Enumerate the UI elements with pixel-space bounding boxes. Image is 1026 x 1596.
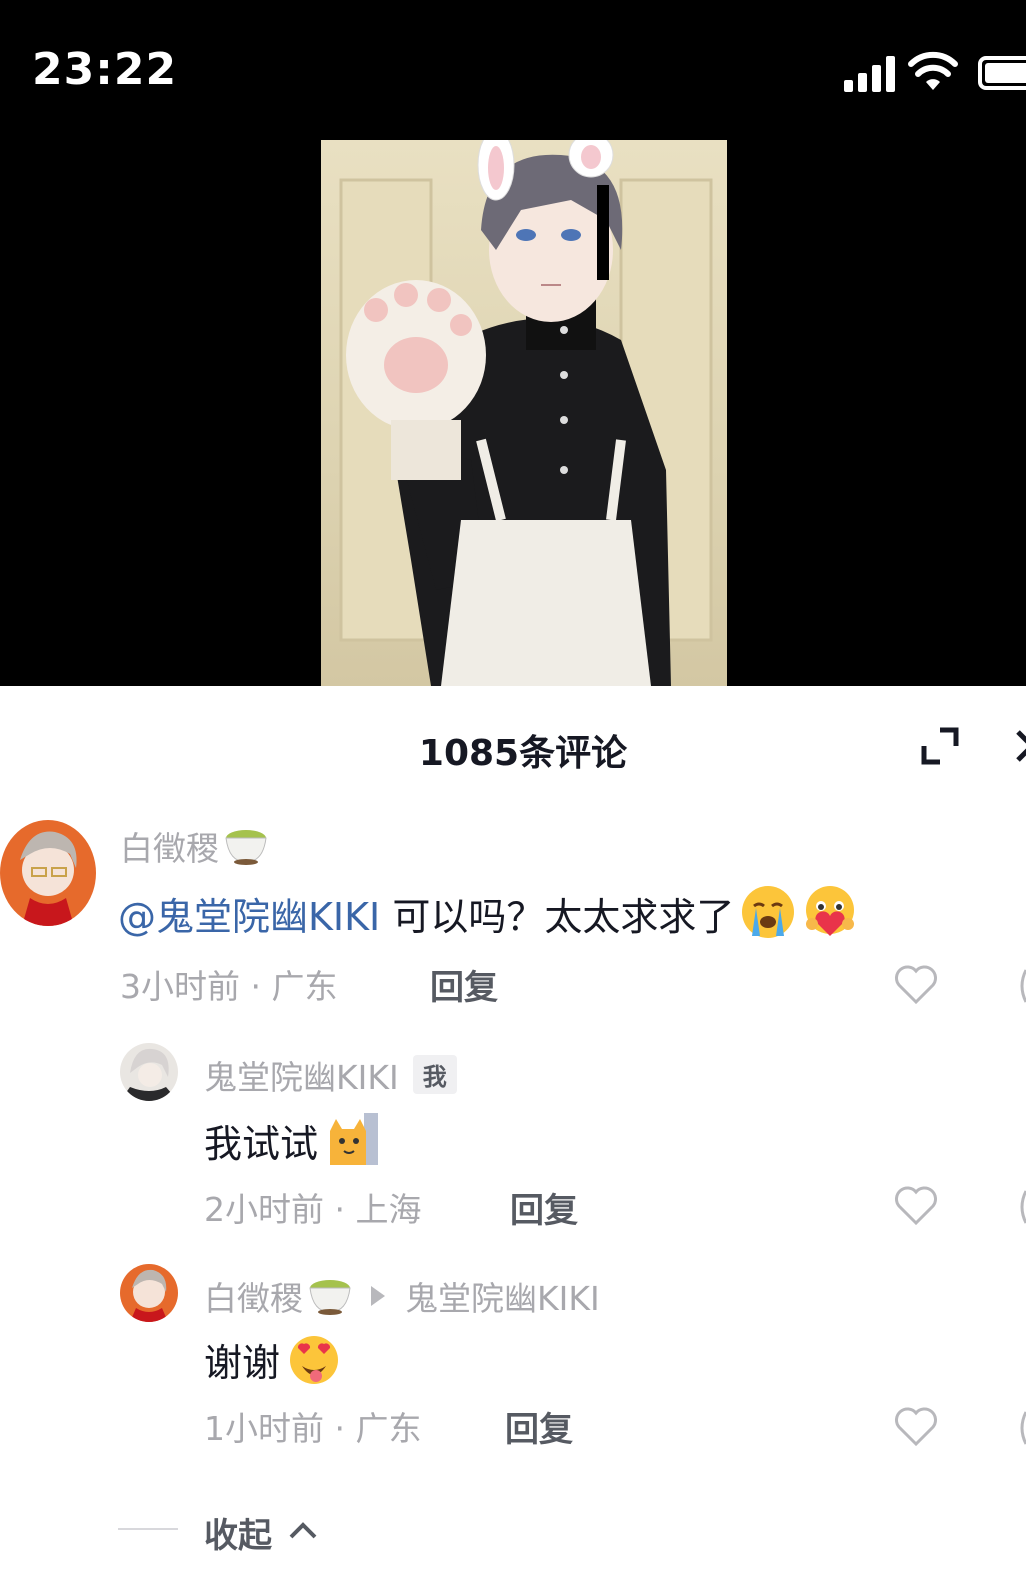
comment-username[interactable]: 白徵稷 鬼堂院幽KIKI [204,1272,600,1320]
comment-meta: 1小时前 · 广东 [204,1402,421,1450]
avatar[interactable] [120,1043,178,1101]
comment-time: 1小时前 [204,1409,324,1448]
tea-icon [223,824,269,866]
comment-text: 我试试 [204,1122,319,1166]
comment-content: 我试试 [204,1111,380,1168]
status-time: 23:22 [32,44,178,95]
cellular-signal-icon [844,56,895,92]
username-text[interactable]: 白徵稷 [120,829,219,868]
heart-hug-emoji [802,884,858,940]
dislike-icon[interactable] [1016,1408,1026,1448]
comment-time: 3小时前 [120,967,240,1006]
expand-icon[interactable] [920,726,960,766]
reply-button[interactable]: 回复 [505,1402,573,1451]
reply-item: 白徵稷 鬼堂院幽KIKI 谢谢 1小时前 · 广东 回复 [0,1264,1026,1474]
comment-username[interactable]: 鬼堂院幽KIKI 我 [204,1051,457,1099]
comment-item: 白徵稷 @鬼堂院幽KIKI 可以吗？太太求求了 3小时前 · 广东 回复 [0,820,1026,1030]
comment-meta: 3小时前 · 广东 [120,960,337,1008]
like-heart-icon[interactable] [894,1406,938,1447]
reply-button[interactable]: 回复 [510,1183,578,1232]
tea-icon [307,1274,353,1316]
comment-username[interactable]: 白徵稷 [120,822,269,870]
like-heart-icon[interactable] [894,1185,938,1226]
comment-content: @鬼堂院幽KIKI 可以吗？太太求求了 [118,884,858,941]
dislike-icon[interactable] [1016,1187,1026,1227]
crying-emoji [740,884,796,940]
comment-content: 谢谢 [204,1330,342,1387]
battery-icon [978,56,1026,90]
reply-arrow-icon [371,1286,385,1306]
comment-meta: 2小时前 · 上海 [204,1183,421,1231]
close-icon[interactable] [1012,726,1026,766]
avatar[interactable] [120,1264,178,1322]
status-bar: 23:22 [0,0,1026,140]
chevron-up-icon [289,1522,317,1539]
dislike-icon[interactable] [1016,966,1026,1006]
video-illustration [339,140,713,686]
avatar[interactable] [0,820,96,926]
divider-line [118,1528,178,1530]
comment-location: 广东 [271,967,338,1006]
comment-location: 上海 [355,1190,422,1229]
reply-target-username[interactable]: 鬼堂院幽KIKI [405,1279,600,1318]
video-player[interactable] [0,140,1026,686]
reply-button[interactable]: 回复 [430,960,498,1009]
comment-text: 可以吗？太太求求了 [380,895,735,939]
wifi-icon [908,51,958,90]
username-text[interactable]: 鬼堂院幽KIKI [204,1058,399,1097]
peeking-cat-emoji [324,1111,380,1167]
mention-link[interactable]: @鬼堂院幽KIKI [118,895,380,939]
like-heart-icon[interactable] [894,964,938,1005]
comments-panel: 1085条评论 白徵稷 @鬼堂院幽KIKI 可以吗？太太求求了 3小时前 · 广… [0,686,1026,1596]
meta-separator: · [324,1409,356,1448]
comment-location: 广东 [355,1409,422,1448]
meta-separator: · [324,1190,356,1229]
reply-item: 鬼堂院幽KIKI 我 我试试 2小时前 · 上海 回复 [0,1043,1026,1253]
video-thumbnail[interactable] [321,140,727,686]
comment-time: 2小时前 [204,1190,324,1229]
heart-eyes-tongue-emoji [286,1330,342,1386]
username-text[interactable]: 白徵稷 [204,1279,303,1318]
comment-text: 谢谢 [204,1341,281,1385]
collapse-label[interactable]: 收起 [204,1508,272,1557]
comments-count-title: 1085条评论 [418,733,628,774]
meta-separator: · [240,967,272,1006]
author-me-badge: 我 [412,1055,457,1094]
